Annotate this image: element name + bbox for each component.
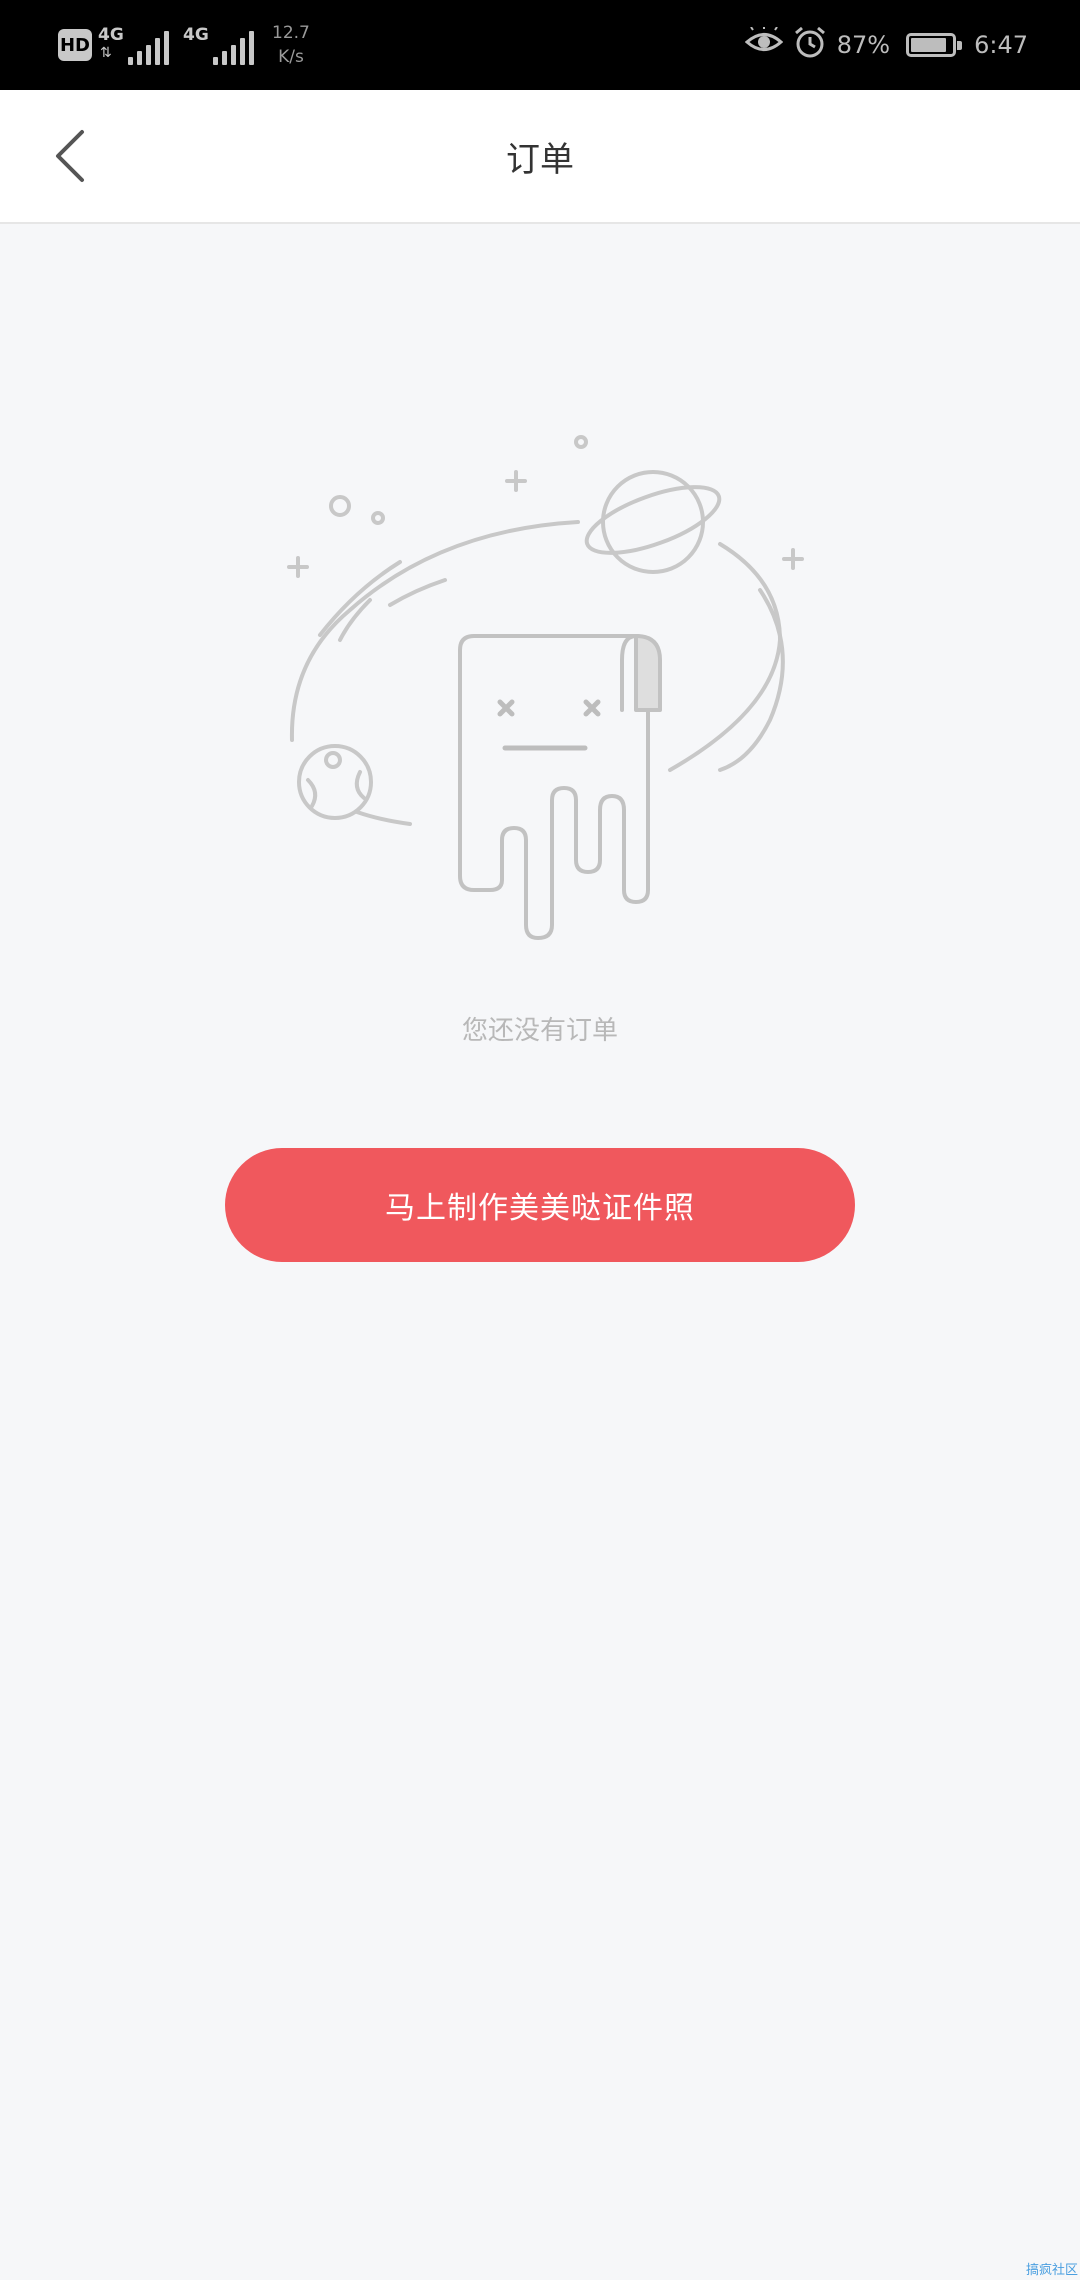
- eye-icon: [744, 26, 784, 63]
- signal-icon: [213, 29, 254, 65]
- empty-orders-illustration: [260, 420, 820, 960]
- battery-fill: [911, 38, 947, 52]
- empty-message: 您还没有订单: [461, 1016, 618, 1046]
- speed-value: 12.7: [272, 23, 310, 43]
- status-right: 87% 6:47: [744, 22, 1028, 68]
- data-arrows-icon: ⇅: [100, 45, 112, 61]
- signal-icon: [128, 29, 169, 65]
- battery-percent: 87%: [836, 31, 891, 59]
- nav-bar: 订单: [0, 90, 1080, 224]
- clock-time: 6:47: [974, 31, 1028, 59]
- signal-group-1: 4G ⇅: [98, 25, 169, 65]
- signal-group-2: 4G: [183, 25, 254, 65]
- hd-badge: HD: [58, 29, 92, 61]
- network-type-label: 4G: [183, 25, 209, 45]
- make-photo-button[interactable]: 马上制作美美哒证件照: [225, 1148, 855, 1262]
- alarm-icon: [793, 25, 827, 65]
- network-type-label: 4G: [98, 25, 124, 45]
- watermark: 搞疯社区: [1025, 2263, 1078, 2278]
- page-title: 订单: [506, 139, 574, 180]
- network-speed: 12.7 K/s: [272, 21, 310, 69]
- speed-unit: K/s: [278, 47, 304, 67]
- battery-nub: [957, 41, 963, 50]
- battery-icon: [906, 33, 963, 57]
- status-bar: HD 4G ⇅ 4G 12.7 K/s 87% 6:47: [0, 0, 1080, 90]
- status-left: HD 4G ⇅ 4G 12.7 K/s: [58, 22, 310, 68]
